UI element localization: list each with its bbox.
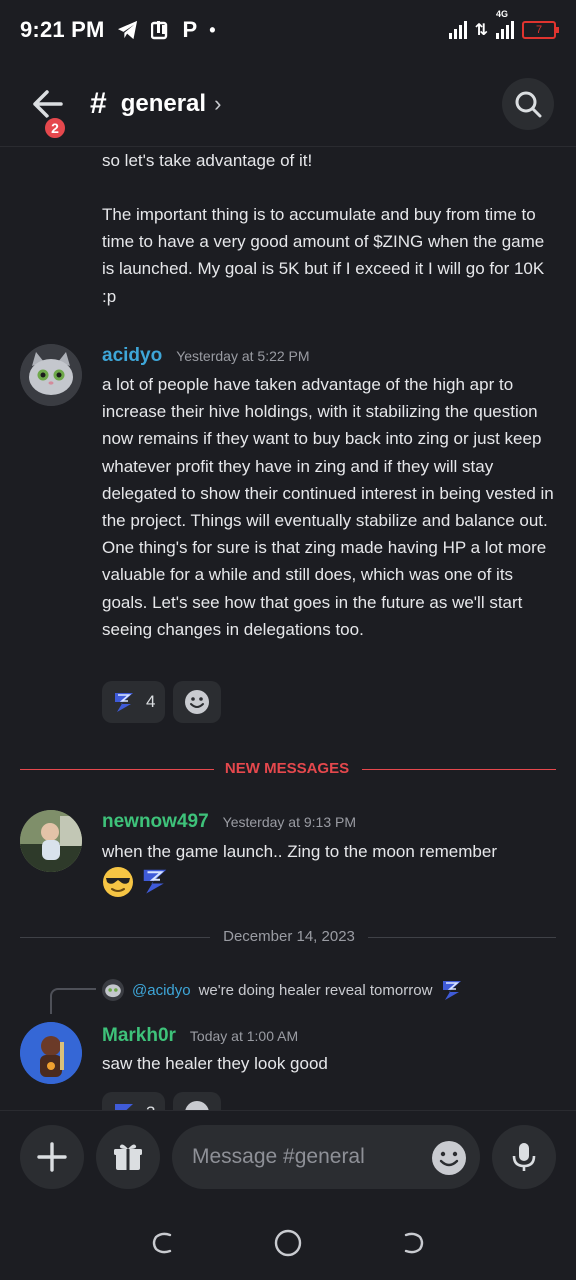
reactions-markh0r: 3 <box>102 1092 222 1110</box>
message-continuation-paragraph: The important thing is to accumulate and… <box>102 205 545 306</box>
zing-emoji-icon <box>115 693 133 712</box>
search-button[interactable] <box>502 78 554 130</box>
add-reaction-button[interactable] <box>173 1092 222 1110</box>
battery-icon: 7 <box>522 21 559 39</box>
zing-emoji-icon <box>443 981 462 1000</box>
message-body-markh0r: saw the healer they look good <box>102 1054 328 1073</box>
zing-emoji-icon <box>143 869 167 894</box>
unread-badge: 2 <box>42 115 68 141</box>
emoji-icon <box>439 1151 459 1167</box>
reaction-count: 3 <box>146 1103 155 1110</box>
avatar-acidyo[interactable] <box>20 344 82 406</box>
message-timestamp: Yesterday at 5:22 PM <box>176 348 310 364</box>
cat-avatar-icon <box>20 344 82 406</box>
message-header-newnow497: newnow497 Yesterday at 9:13 PM <box>102 811 356 833</box>
battery-level: 7 <box>535 24 543 36</box>
avatar-markh0r[interactable] <box>20 1022 82 1084</box>
message-header-markh0r: Markh0r Today at 1:00 AM <box>102 1025 298 1047</box>
author-name[interactable]: newnow497 <box>102 811 209 833</box>
recent-apps-icon[interactable] <box>148 1229 176 1257</box>
message-continuation-line: so let's take advantage of it! <box>102 151 313 170</box>
date-divider-line-right <box>368 937 556 938</box>
parking-icon: P <box>182 17 198 42</box>
message-emojis-newnow497 <box>102 866 170 898</box>
reply-avatar-icon <box>102 979 124 1001</box>
message-timestamp: Yesterday at 9:13 PM <box>222 814 356 830</box>
reaction-zing[interactable]: 3 <box>102 1092 166 1110</box>
add-reaction-button[interactable] <box>173 681 222 723</box>
reaction-zing[interactable]: 4 <box>102 681 166 723</box>
network-label: 4G <box>496 9 509 19</box>
status-right: ⇅ 4G 7 <box>448 9 559 40</box>
message-body-acidyo: a lot of people have taken advantage of … <box>102 375 554 639</box>
reply-mention[interactable]: @acidyo <box>132 982 191 999</box>
message-input[interactable]: Message #general <box>172 1125 480 1189</box>
emoji-add-icon <box>185 690 210 714</box>
dot-icon: • <box>209 19 216 40</box>
message-body-newnow497: when the game launch.. Zing to the moon … <box>102 842 497 861</box>
zing-emoji-icon <box>115 1104 133 1110</box>
reactions-acidyo: 4 <box>102 681 222 723</box>
new-messages-label: NEW MESSAGES <box>224 760 350 777</box>
app-icon <box>150 21 167 40</box>
plus-icon <box>37 1142 67 1172</box>
voice-message-button[interactable] <box>492 1125 556 1189</box>
date-divider-line-left <box>20 937 210 938</box>
data-arrows-icon: ⇅ <box>474 22 488 39</box>
chevron-right-icon[interactable]: › <box>214 91 221 117</box>
message-input-placeholder: Message #general <box>192 1145 365 1168</box>
sunglasses-emoji-icon <box>103 867 133 897</box>
photo-avatar-icon <box>20 810 82 872</box>
new-messages-line-left <box>20 769 214 770</box>
telegram-icon <box>117 20 137 40</box>
status-notification-icons: P • <box>117 17 216 43</box>
message-composer: Message #general <box>0 1110 576 1206</box>
avatar-newnow497[interactable] <box>20 810 82 872</box>
channel-title[interactable]: general <box>121 90 206 118</box>
system-nav-bar <box>0 1206 576 1280</box>
reply-text: we're doing healer reveal tomorrow <box>198 981 433 999</box>
home-icon[interactable] <box>273 1228 303 1258</box>
status-time: 9:21 PM <box>20 17 105 42</box>
mic-icon <box>512 1143 536 1171</box>
reaction-count: 4 <box>146 692 156 711</box>
back-button[interactable]: 2 <box>22 79 72 141</box>
gift-icon <box>114 1144 142 1170</box>
reply-spine <box>50 988 96 1014</box>
author-name[interactable]: acidyo <box>102 345 162 367</box>
message-timestamp: Today at 1:00 AM <box>189 1028 299 1044</box>
status-bar: 9:21 PM P • ⇅ 4G 7 <box>0 0 576 60</box>
signal-icon <box>448 21 467 39</box>
search-icon <box>515 91 542 118</box>
gift-button[interactable] <box>96 1125 160 1189</box>
author-name[interactable]: Markh0r <box>102 1025 176 1047</box>
signal-4g: 4G <box>496 9 514 39</box>
emoji-picker-button[interactable] <box>432 1141 466 1175</box>
back-nav-icon[interactable] <box>400 1229 428 1257</box>
add-attachment-button[interactable] <box>20 1125 84 1189</box>
reply-reference[interactable]: @acidyo we're doing healer reveal tomorr… <box>102 978 464 1002</box>
channel-header: 2 # general › <box>0 72 576 141</box>
emoji-add-icon <box>185 1101 210 1110</box>
date-divider-label: December 14, 2023 <box>223 928 355 945</box>
channel-hash-icon: # <box>90 87 107 120</box>
character-avatar-icon <box>20 1022 82 1084</box>
message-header-acidyo: acidyo Yesterday at 5:22 PM <box>102 345 310 367</box>
new-messages-line-right <box>362 769 556 770</box>
